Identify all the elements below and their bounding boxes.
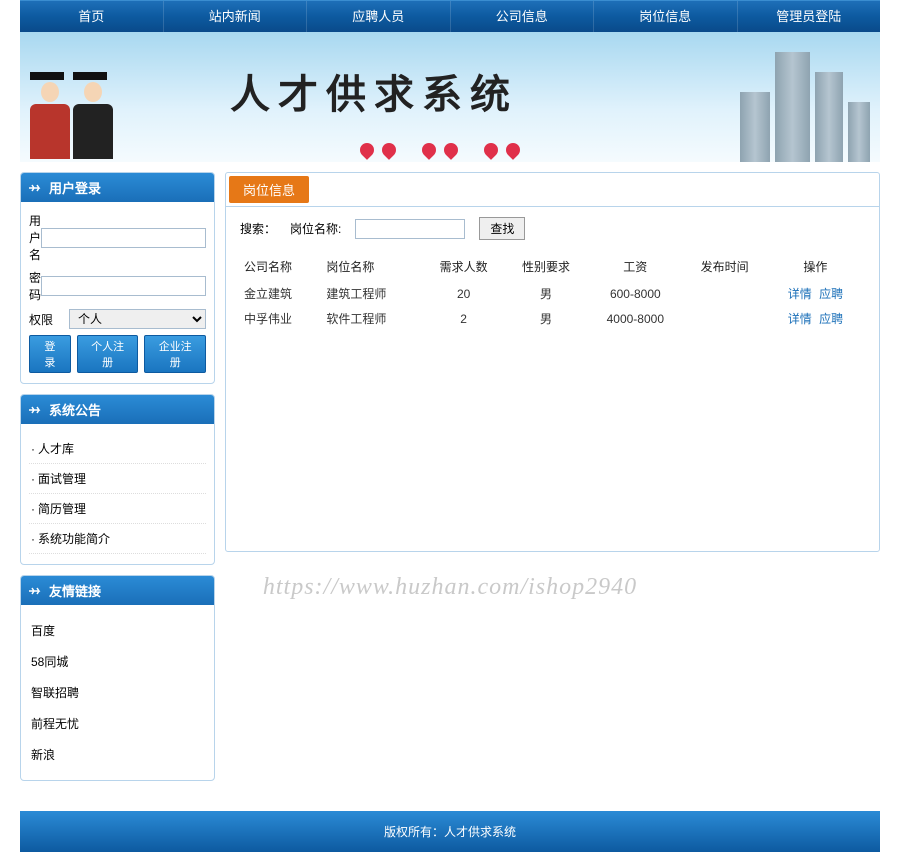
content-tab: 岗位信息	[229, 176, 309, 203]
banner-graduates-image	[30, 72, 113, 162]
announce-item[interactable]: 系统功能简介	[29, 524, 206, 554]
cell-time	[683, 281, 765, 306]
cell-position: 软件工程师	[322, 306, 422, 331]
banner-title: 人才供求系统	[230, 62, 518, 120]
username-input[interactable]	[41, 228, 206, 248]
banner-flowers-decoration	[360, 143, 520, 157]
password-input[interactable]	[41, 276, 206, 296]
arrow-icon	[29, 585, 43, 597]
announcements-header: 系统公告	[21, 395, 214, 424]
top-navigation: 首页 站内新闻 应聘人员 公司信息 岗位信息 管理员登陆	[20, 0, 880, 32]
cell-company: 中孚伟业	[240, 306, 322, 331]
apply-link[interactable]: 应聘	[819, 287, 843, 301]
table-row: 金立建筑 建筑工程师 20 男 600-8000 详情 应聘	[240, 281, 865, 306]
table-row: 中孚伟业 软件工程师 2 男 4000-8000 详情 应聘	[240, 306, 865, 331]
link-item[interactable]: 智联招聘	[29, 677, 206, 708]
login-button[interactable]: 登录	[29, 335, 71, 373]
search-button[interactable]: 查找	[479, 217, 525, 240]
personal-register-button[interactable]: 个人注册	[77, 335, 139, 373]
position-field-label: 岗位名称:	[290, 220, 341, 237]
login-box-header: 用户登录	[21, 173, 214, 202]
col-action: 操作	[766, 252, 865, 281]
links-box: 友情链接 百度 58同城 智联招聘 前程无忧 新浪	[20, 575, 215, 781]
nav-admin-login[interactable]: 管理员登陆	[738, 1, 881, 32]
cell-position: 建筑工程师	[322, 281, 422, 306]
link-item[interactable]: 前程无忧	[29, 708, 206, 739]
positions-table: 公司名称 岗位名称 需求人数 性别要求 工资 发布时间 操作 金	[226, 246, 879, 331]
detail-link[interactable]: 详情	[788, 312, 812, 326]
banner: 人才供求系统	[20, 32, 880, 162]
username-label: 用户名	[29, 212, 41, 263]
table-header-row: 公司名称 岗位名称 需求人数 性别要求 工资 发布时间 操作	[240, 252, 865, 281]
cell-count: 2	[422, 306, 504, 331]
link-item[interactable]: 新浪	[29, 739, 206, 770]
col-position: 岗位名称	[322, 252, 422, 281]
arrow-icon	[29, 404, 43, 416]
links-header: 友情链接	[21, 576, 214, 605]
search-bar: 搜索： 岗位名称: 查找	[226, 207, 879, 246]
links-title: 友情链接	[49, 581, 101, 600]
role-select[interactable]: 个人	[69, 309, 206, 329]
apply-link[interactable]: 应聘	[819, 312, 843, 326]
banner-buildings-image	[740, 42, 870, 162]
col-salary: 工资	[587, 252, 683, 281]
announce-item[interactable]: 面试管理	[29, 464, 206, 494]
password-label: 密码	[29, 269, 41, 303]
search-label: 搜索：	[240, 220, 276, 237]
cell-salary: 4000-8000	[587, 306, 683, 331]
cell-time	[683, 306, 765, 331]
footer-text: 版权所有：人才供求系统	[384, 825, 516, 839]
announce-item[interactable]: 人才库	[29, 434, 206, 464]
nav-companies[interactable]: 公司信息	[451, 1, 595, 32]
announcements-box: 系统公告 人才库 面试管理 简历管理 系统功能简介	[20, 394, 215, 565]
cell-count: 20	[422, 281, 504, 306]
col-time: 发布时间	[683, 252, 765, 281]
nav-positions[interactable]: 岗位信息	[594, 1, 738, 32]
nav-applicants[interactable]: 应聘人员	[307, 1, 451, 32]
col-gender: 性别要求	[505, 252, 587, 281]
links-list: 百度 58同城 智联招聘 前程无忧 新浪	[29, 615, 206, 770]
col-company: 公司名称	[240, 252, 322, 281]
announcements-list: 人才库 面试管理 简历管理 系统功能简介	[29, 434, 206, 554]
cell-salary: 600-8000	[587, 281, 683, 306]
cell-company: 金立建筑	[240, 281, 322, 306]
cell-gender: 男	[505, 281, 587, 306]
link-item[interactable]: 58同城	[29, 646, 206, 677]
nav-home[interactable]: 首页	[20, 1, 164, 32]
role-label: 权限	[29, 311, 69, 328]
detail-link[interactable]: 详情	[788, 287, 812, 301]
cell-gender: 男	[505, 306, 587, 331]
col-count: 需求人数	[422, 252, 504, 281]
position-search-input[interactable]	[355, 219, 465, 239]
login-title: 用户登录	[49, 178, 101, 197]
announcements-title: 系统公告	[49, 400, 101, 419]
nav-news[interactable]: 站内新闻	[164, 1, 308, 32]
announce-item[interactable]: 简历管理	[29, 494, 206, 524]
login-box: 用户登录 用户名 密码 权限 个人	[20, 172, 215, 384]
footer: 版权所有：人才供求系统	[20, 811, 880, 852]
content-box: 岗位信息 搜索： 岗位名称: 查找 公司名称 岗位名称	[225, 172, 880, 552]
company-register-button[interactable]: 企业注册	[144, 335, 206, 373]
arrow-icon	[29, 182, 43, 194]
